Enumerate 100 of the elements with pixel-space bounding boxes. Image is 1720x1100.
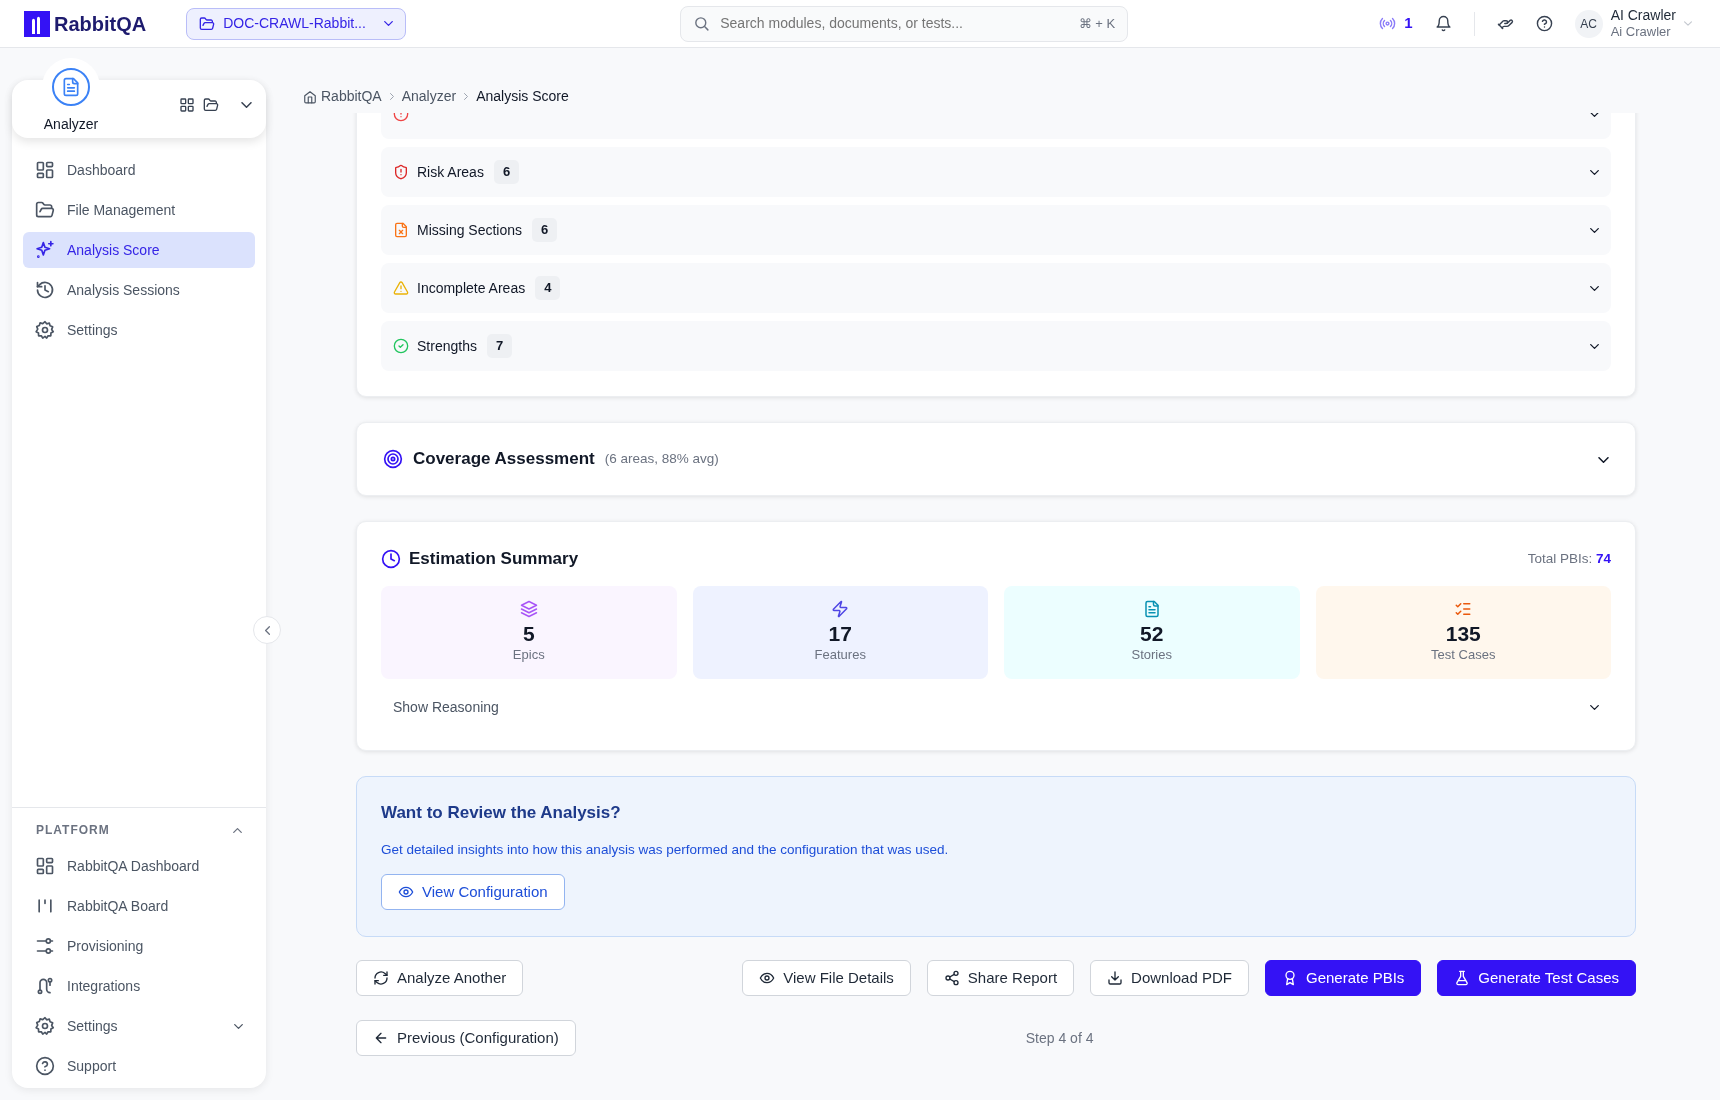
grid-icon <box>35 160 55 180</box>
chevron-down-icon <box>234 1024 243 1030</box>
grid-icon[interactable] <box>179 97 195 113</box>
chevron-down-icon <box>1590 344 1599 350</box>
sidebar-item[interactable]: Analysis Score <box>23 232 255 268</box>
count-badge: 6 <box>532 218 558 242</box>
shield-icon <box>393 164 409 180</box>
route-icon <box>35 976 55 996</box>
stat-value: 52 <box>1140 621 1164 645</box>
shortcut-hint: ⌘ + K <box>1078 14 1116 33</box>
sidebar-item[interactable]: Analysis Sessions <box>23 272 255 308</box>
folder-icon[interactable] <box>203 97 219 113</box>
live-indicator[interactable]: 1 <box>1379 12 1413 35</box>
history-icon <box>35 280 55 300</box>
chevron-down-icon <box>1598 456 1609 463</box>
stat-label: Test Cases <box>1431 645 1496 664</box>
stat-value: 17 <box>828 621 852 645</box>
action-button[interactable]: Share Report <box>926 960 1075 997</box>
finding-row[interactable]: Strengths 7 <box>381 321 1611 371</box>
view-configuration-button[interactable]: View Configuration <box>381 874 565 911</box>
sidebar-item[interactable]: File Management <box>23 192 255 228</box>
sidebar-item[interactable]: Support <box>23 1048 255 1084</box>
bell-icon[interactable] <box>1434 15 1452 32</box>
chevron-down-icon <box>1590 170 1599 176</box>
search-field[interactable]: Search modules, documents, or tests... <box>718 12 1071 35</box>
lightning-icon <box>831 599 850 618</box>
user-role: Ai Crawler <box>1610 24 1672 41</box>
download-icon <box>1107 970 1124 987</box>
check-circle-icon <box>393 338 409 354</box>
coverage-summary: (6 areas, 88% avg) <box>604 449 719 468</box>
action-button[interactable]: Generate Test Cases <box>1437 960 1636 997</box>
module-name: Analyzer <box>43 115 99 134</box>
chevron-icon[interactable] <box>233 828 242 834</box>
warning-icon <box>393 280 409 296</box>
sidebar-item[interactable]: RabbitQA Board <box>23 888 255 924</box>
breadcrumb-item[interactable]: Analyzer <box>401 86 457 107</box>
grid-icon <box>35 856 55 876</box>
sidebar-item[interactable]: Settings <box>23 312 255 348</box>
action-button[interactable]: View File Details <box>742 960 911 997</box>
chevron-down-icon <box>1590 705 1599 711</box>
gear-icon <box>35 320 55 340</box>
sidebar-item[interactable]: Integrations <box>23 968 255 1004</box>
search-box[interactable]: Search modules, documents, or tests... ⌘ + K <box>680 5 1129 42</box>
folder-icon <box>199 15 216 32</box>
clock-icon <box>381 548 401 569</box>
chevron-right-icon <box>464 93 469 100</box>
finding-row[interactable]: Missing Sections 6 <box>381 205 1611 255</box>
breadcrumb-item[interactable]: RabbitQA <box>303 86 382 107</box>
stat-label: Epics <box>512 645 545 664</box>
help-icon <box>35 1056 55 1076</box>
finding-row[interactable]: Incomplete Areas 4 <box>381 263 1611 313</box>
previous-button[interactable]: Previous (Configuration) <box>356 1020 576 1057</box>
action-button[interactable]: Download PDF <box>1090 960 1249 997</box>
chevron-down-icon <box>1590 113 1599 118</box>
sliders-icon <box>35 936 55 956</box>
action-button[interactable]: Analyze Another <box>356 960 524 997</box>
flask-icon <box>1454 970 1471 987</box>
stat-value: 5 <box>522 621 535 645</box>
broadcast-icon <box>1379 15 1397 32</box>
action-button[interactable]: Generate PBIs <box>1264 960 1422 997</box>
chevron-down-icon[interactable] <box>241 102 252 108</box>
stat-value: 135 <box>1445 621 1481 645</box>
module-icon[interactable] <box>52 68 90 106</box>
finding-row[interactable]: Risk Areas 6 <box>381 147 1611 197</box>
avatar[interactable]: AC <box>1574 9 1603 38</box>
total-pbis: Total PBIs: 74 <box>1527 549 1611 568</box>
count-badge: 4 <box>535 276 561 300</box>
count-badge: 6 <box>493 160 520 184</box>
coverage-panel[interactable]: Coverage Assessment (6 areas, 88% avg) <box>356 422 1636 496</box>
finding-label: Risk Areas <box>417 162 484 182</box>
review-description: Get detailed insights into how this analysis was performed and the configuration that was used. <box>381 840 950 859</box>
sidebar-item[interactable]: Settings <box>23 1008 255 1044</box>
reasoning-toggle[interactable]: Show Reasoning <box>381 678 1611 722</box>
project-selector[interactable]: DOC-CRAWL-Rabbit... <box>186 7 407 40</box>
section-title: Coverage Assessment <box>413 448 595 471</box>
logo-text: RabbitQA <box>54 11 147 37</box>
chevron-down-icon <box>1684 21 1692 26</box>
document-icon <box>1142 599 1161 618</box>
home-icon <box>303 89 317 104</box>
section-title: PLATFORM <box>36 822 110 839</box>
breadcrumb-item: Analysis Score <box>476 87 569 106</box>
gear-icon <box>35 1016 55 1036</box>
step-indicator: Step 4 of 4 <box>1025 1028 1094 1048</box>
search-icon <box>693 15 711 32</box>
document-icon <box>61 77 81 97</box>
chevron-right-icon <box>389 93 394 100</box>
finding-label: Strengths <box>417 336 477 356</box>
finding-label: Missing Sections <box>417 220 523 240</box>
user-name: AI Crawler <box>1610 6 1676 25</box>
chevron-down-icon <box>384 21 394 26</box>
chevron-down-icon <box>1590 228 1599 234</box>
review-title: Want to Review the Analysis? <box>381 802 622 823</box>
sidebar-item[interactable]: Dashboard <box>23 152 255 188</box>
sidebar-item[interactable]: Provisioning <box>23 928 255 964</box>
board-icon <box>35 896 55 916</box>
logo-icon <box>24 10 50 37</box>
refresh-icon <box>373 970 389 987</box>
target-icon <box>383 449 403 469</box>
sidebar-item[interactable]: RabbitQA Dashboard <box>23 848 255 884</box>
help-icon[interactable] <box>1535 15 1553 32</box>
